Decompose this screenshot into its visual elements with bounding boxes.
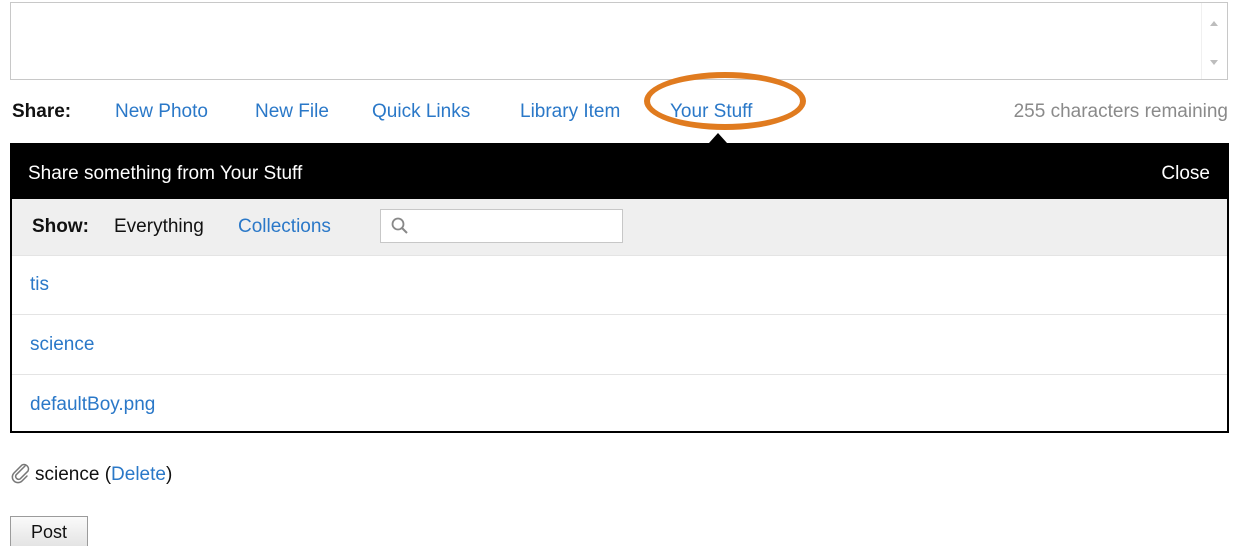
composer-textarea[interactable] bbox=[10, 2, 1228, 80]
filter-collections[interactable]: Collections bbox=[238, 216, 331, 238]
list-item[interactable]: science bbox=[12, 315, 1227, 375]
list-item[interactable]: tis bbox=[12, 255, 1227, 315]
panel-header: Share something from Your Stuff Close bbox=[12, 145, 1227, 199]
share-new-file-link[interactable]: New File bbox=[255, 101, 329, 123]
list-item-link[interactable]: defaultBoy.png bbox=[30, 394, 155, 416]
filter-row: Show: Everything Collections bbox=[12, 199, 1227, 256]
share-bar: Share: New Photo New File Quick Links Li… bbox=[0, 97, 1239, 127]
filter-everything[interactable]: Everything bbox=[114, 216, 204, 238]
search-icon bbox=[391, 217, 408, 234]
list-item-link[interactable]: science bbox=[30, 334, 94, 356]
list-item[interactable]: defaultBoy.png bbox=[12, 375, 1227, 435]
share-panel: Share something from Your Stuff Close Sh… bbox=[10, 143, 1229, 433]
scroll-down-icon[interactable] bbox=[1210, 60, 1218, 65]
search-box[interactable] bbox=[380, 209, 623, 243]
characters-remaining: 255 characters remaining bbox=[1013, 101, 1228, 122]
panel-close-link[interactable]: Close bbox=[1161, 163, 1210, 185]
composer-scrollbar[interactable] bbox=[1201, 3, 1227, 79]
attachment-row: science (Delete) bbox=[10, 462, 172, 486]
paperclip-icon bbox=[11, 463, 30, 484]
share-library-item-link[interactable]: Library Item bbox=[520, 101, 620, 123]
scroll-up-icon[interactable] bbox=[1210, 21, 1218, 26]
post-button[interactable]: Post bbox=[10, 516, 88, 546]
share-new-photo-link[interactable]: New Photo bbox=[115, 101, 208, 123]
attachment-delete-link[interactable]: Delete bbox=[111, 464, 166, 485]
share-quick-links-link[interactable]: Quick Links bbox=[372, 101, 470, 123]
share-label: Share: bbox=[12, 101, 72, 122]
show-label: Show: bbox=[32, 216, 89, 237]
search-input[interactable] bbox=[415, 212, 619, 242]
active-tab-caret-icon bbox=[709, 133, 727, 143]
attachment-name: science bbox=[35, 464, 100, 485]
panel-title: Share something from Your Stuff bbox=[28, 163, 303, 184]
list-item-link[interactable]: tis bbox=[30, 274, 49, 296]
attachment-close-paren: ) bbox=[165, 464, 173, 485]
highlight-annotation bbox=[644, 72, 806, 130]
